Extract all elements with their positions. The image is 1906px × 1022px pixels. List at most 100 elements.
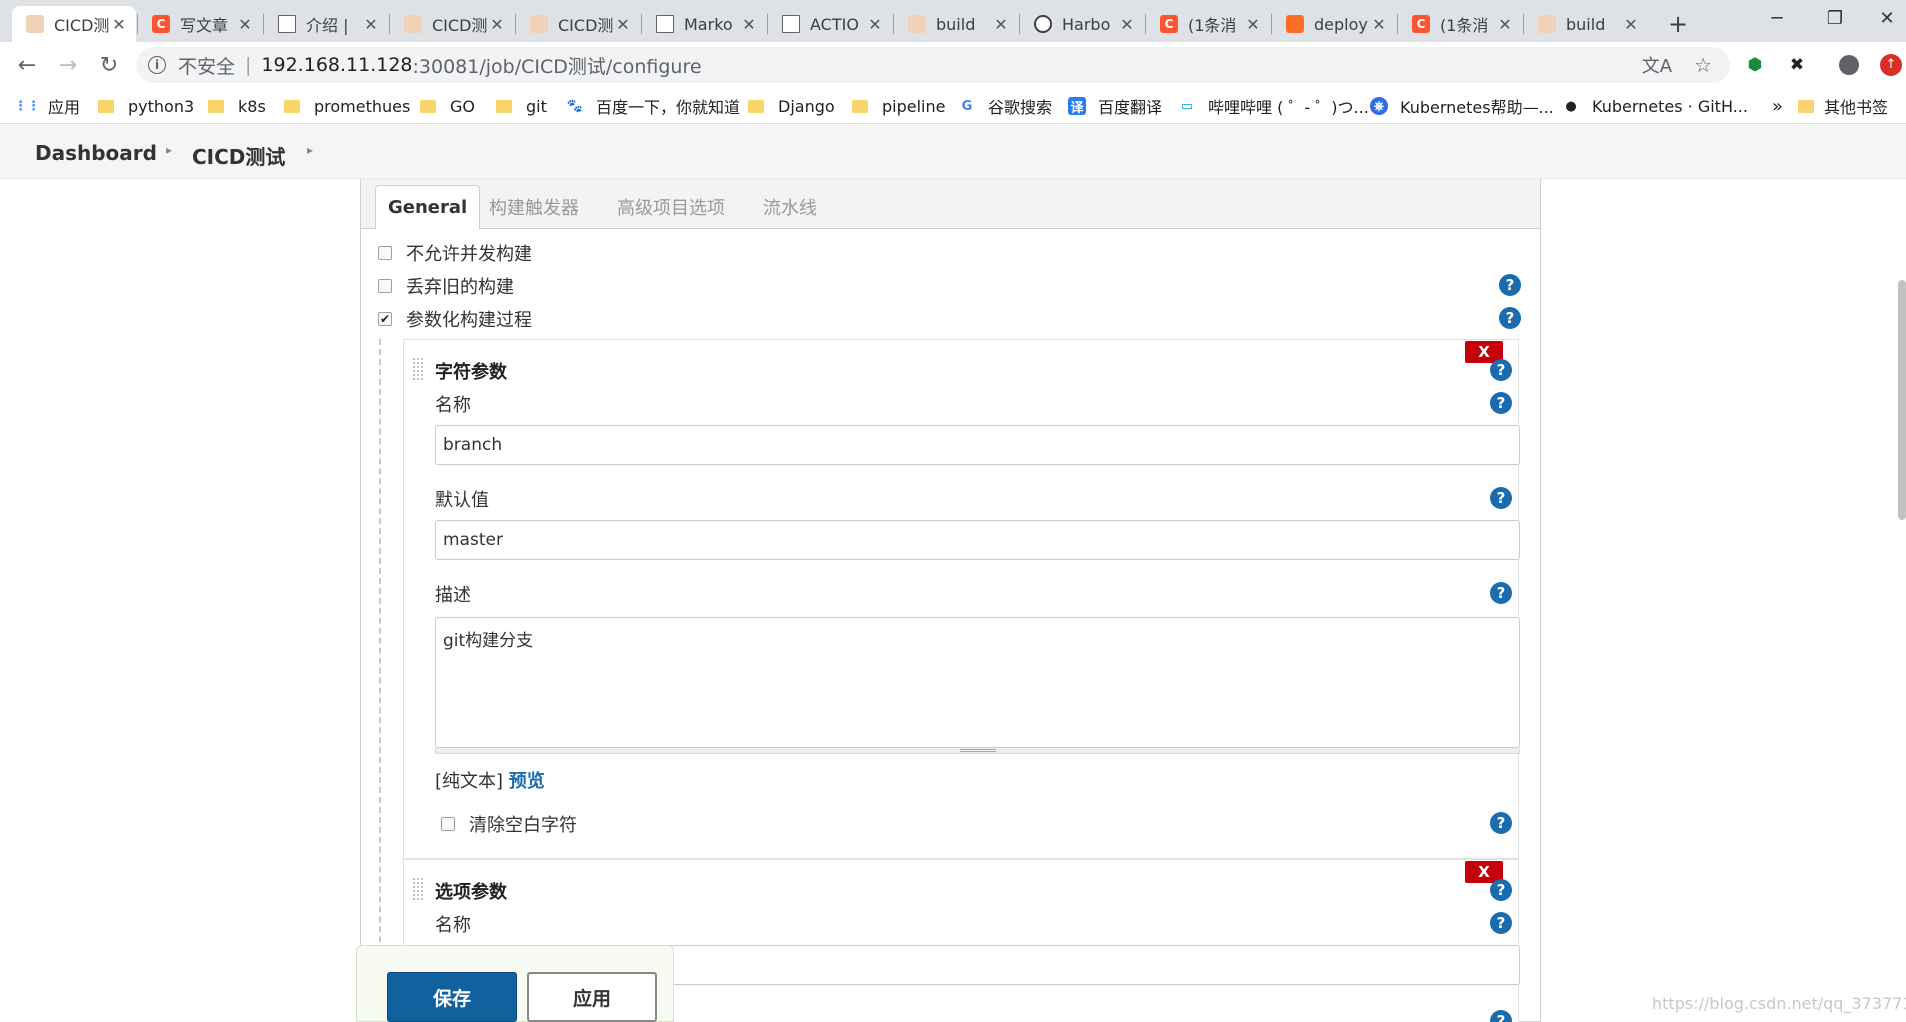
bookmark-item[interactable]: ⎈ Kubernetes帮助—...: [1370, 94, 1554, 118]
bookmark-item[interactable]: ▭ 哔哩哔哩 ( ゜- ゜)つ...: [1178, 94, 1369, 118]
page-scrollbar[interactable]: [1898, 280, 1906, 520]
help-icon[interactable]: ?: [1490, 1010, 1512, 1022]
tab-close-icon[interactable]: ✕: [614, 15, 632, 34]
help-icon[interactable]: ?: [1499, 307, 1521, 329]
browser-tab[interactable]: CICD测 ✕: [390, 6, 514, 42]
tab-general[interactable]: General: [375, 185, 481, 230]
trim-option[interactable]: 清除空白字符: [441, 811, 577, 837]
tab-close-icon[interactable]: ✕: [1496, 15, 1514, 34]
drag-handle-icon[interactable]: [412, 357, 424, 381]
browser-tab[interactable]: CICD测 ✕: [12, 6, 136, 42]
extension-icon[interactable]: ⬢: [1742, 52, 1768, 78]
tab-close-icon[interactable]: ✕: [740, 15, 758, 34]
parameter-name-input[interactable]: [435, 425, 1520, 465]
bookmark-item[interactable]: promethues: [284, 94, 410, 118]
browser-tab[interactable]: deploy ✕: [1272, 6, 1396, 42]
tab-close-icon[interactable]: ✕: [1370, 15, 1388, 34]
browser-tab[interactable]: build ✕: [1524, 6, 1648, 42]
option-parameterized[interactable]: ✔ 参数化构建过程: [378, 306, 532, 332]
new-tab-button[interactable]: +: [1654, 6, 1694, 42]
help-icon[interactable]: ?: [1490, 912, 1512, 934]
option-label: 不允许并发构建: [406, 244, 532, 265]
browser-tab[interactable]: Marko ✕: [642, 6, 766, 42]
extension-x-icon[interactable]: ✖: [1784, 52, 1810, 78]
info-icon[interactable]: i: [148, 56, 166, 74]
tab-close-icon[interactable]: ✕: [1622, 15, 1640, 34]
reload-icon[interactable]: ↻: [94, 50, 124, 80]
breadcrumb-separator-icon[interactable]: ▸: [166, 143, 172, 157]
checkbox[interactable]: ✔: [378, 312, 392, 326]
help-icon[interactable]: ?: [1490, 487, 1512, 509]
checkbox[interactable]: [378, 246, 392, 260]
bookmark-item[interactable]: G 谷歌搜索: [958, 94, 1052, 118]
tab-close-icon[interactable]: ✕: [362, 15, 380, 34]
bookmark-item[interactable]: pipeline: [852, 94, 945, 118]
preview-link[interactable]: 预览: [509, 771, 545, 792]
tab-advanced-options[interactable]: 高级项目选项: [605, 185, 737, 229]
minimize-button[interactable]: ─: [1748, 0, 1806, 36]
bookmark-item[interactable]: 译百度翻译: [1068, 94, 1162, 118]
bookmark-item[interactable]: GO: [420, 94, 475, 118]
bookmark-star-icon[interactable]: ☆: [1694, 53, 1712, 77]
breadcrumb-job[interactable]: CICD测试: [192, 141, 285, 170]
bookmark-item[interactable]: k8s: [208, 94, 266, 118]
option-no-concurrent[interactable]: 不允许并发构建: [378, 240, 532, 266]
tab-close-icon[interactable]: ✕: [488, 15, 506, 34]
tab-pipeline[interactable]: 流水线: [751, 185, 829, 229]
browser-tab[interactable]: 介绍 | ✕: [264, 6, 388, 42]
help-icon[interactable]: ?: [1490, 359, 1512, 381]
update-alert-icon[interactable]: ↑: [1878, 52, 1904, 78]
translate-page-icon[interactable]: 文A: [1642, 52, 1672, 78]
bookmark-item[interactable]: python3: [98, 94, 194, 118]
textarea-resize-grip[interactable]: [435, 748, 1520, 754]
trim-label: 清除空白字符: [469, 815, 577, 836]
description-textarea[interactable]: [435, 617, 1520, 748]
window-close-button[interactable]: ✕: [1858, 0, 1906, 36]
back-arrow-icon[interactable]: ←: [12, 50, 42, 80]
tab-close-icon[interactable]: ✕: [110, 15, 128, 34]
bookmark-item[interactable]: 🐾 百度一下，你就知道: [566, 94, 740, 118]
help-icon[interactable]: ?: [1490, 812, 1512, 834]
default-value-label: 默认值: [435, 490, 489, 511]
default-value-input[interactable]: [435, 520, 1520, 560]
bookmark-item[interactable]: git: [496, 94, 547, 118]
bookmark-label: 百度一下，你就知道: [596, 98, 741, 117]
browser-tab[interactable]: C (1条消 ✕: [1398, 6, 1522, 42]
tab-close-icon[interactable]: ✕: [1118, 15, 1136, 34]
tab-close-icon[interactable]: ✕: [992, 15, 1010, 34]
checkbox[interactable]: [441, 817, 455, 831]
browser-tab[interactable]: ACTIO ✕: [768, 6, 892, 42]
breadcrumb-dashboard[interactable]: Dashboard: [35, 141, 157, 165]
help-icon[interactable]: ?: [1490, 582, 1512, 604]
bookmark-item[interactable]: Django: [748, 94, 835, 118]
tab-close-icon[interactable]: ✕: [866, 15, 884, 34]
bookmark-other[interactable]: 其他书签: [1798, 94, 1888, 118]
help-icon[interactable]: ?: [1499, 274, 1521, 296]
drag-handle-icon[interactable]: [412, 877, 424, 901]
tab-separator: [767, 14, 768, 34]
tab-title: deploy: [1314, 14, 1368, 34]
maximize-button[interactable]: ❐: [1806, 0, 1864, 36]
help-icon[interactable]: ?: [1490, 392, 1512, 414]
profile-avatar-icon[interactable]: [1836, 52, 1862, 78]
bookmark-label: promethues: [314, 96, 411, 116]
save-button[interactable]: 保存: [387, 972, 517, 1022]
apply-button[interactable]: 应用: [527, 972, 657, 1022]
tab-close-icon[interactable]: ✕: [236, 15, 254, 34]
checkbox[interactable]: [378, 279, 392, 293]
breadcrumb-separator-icon[interactable]: ▸: [307, 143, 313, 157]
help-icon[interactable]: ?: [1490, 879, 1512, 901]
browser-tab[interactable]: C 写文章 ✕: [138, 6, 262, 42]
browser-tab[interactable]: CICD测 ✕: [516, 6, 640, 42]
bookmark-item[interactable]: ● Kubernetes · GitH...: [1562, 94, 1748, 118]
tab-build-triggers[interactable]: 构建触发器: [477, 185, 591, 229]
browser-tab[interactable]: Harbo ✕: [1020, 6, 1144, 42]
forward-arrow-icon[interactable]: →: [53, 50, 83, 80]
browser-tab[interactable]: C (1条消 ✕: [1146, 6, 1270, 42]
bookmark-item[interactable]: ⋮⋮ 应用: [14, 94, 80, 118]
url-input[interactable]: i 不安全 | 192.168.11.128 :30081/job/CICD测试…: [136, 47, 1730, 83]
bookmarks-overflow-button[interactable]: »: [1772, 94, 1783, 118]
tab-close-icon[interactable]: ✕: [1244, 15, 1262, 34]
browser-tab[interactable]: build ✕: [894, 6, 1018, 42]
option-discard-old-builds[interactable]: 丢弃旧的构建: [378, 273, 514, 299]
